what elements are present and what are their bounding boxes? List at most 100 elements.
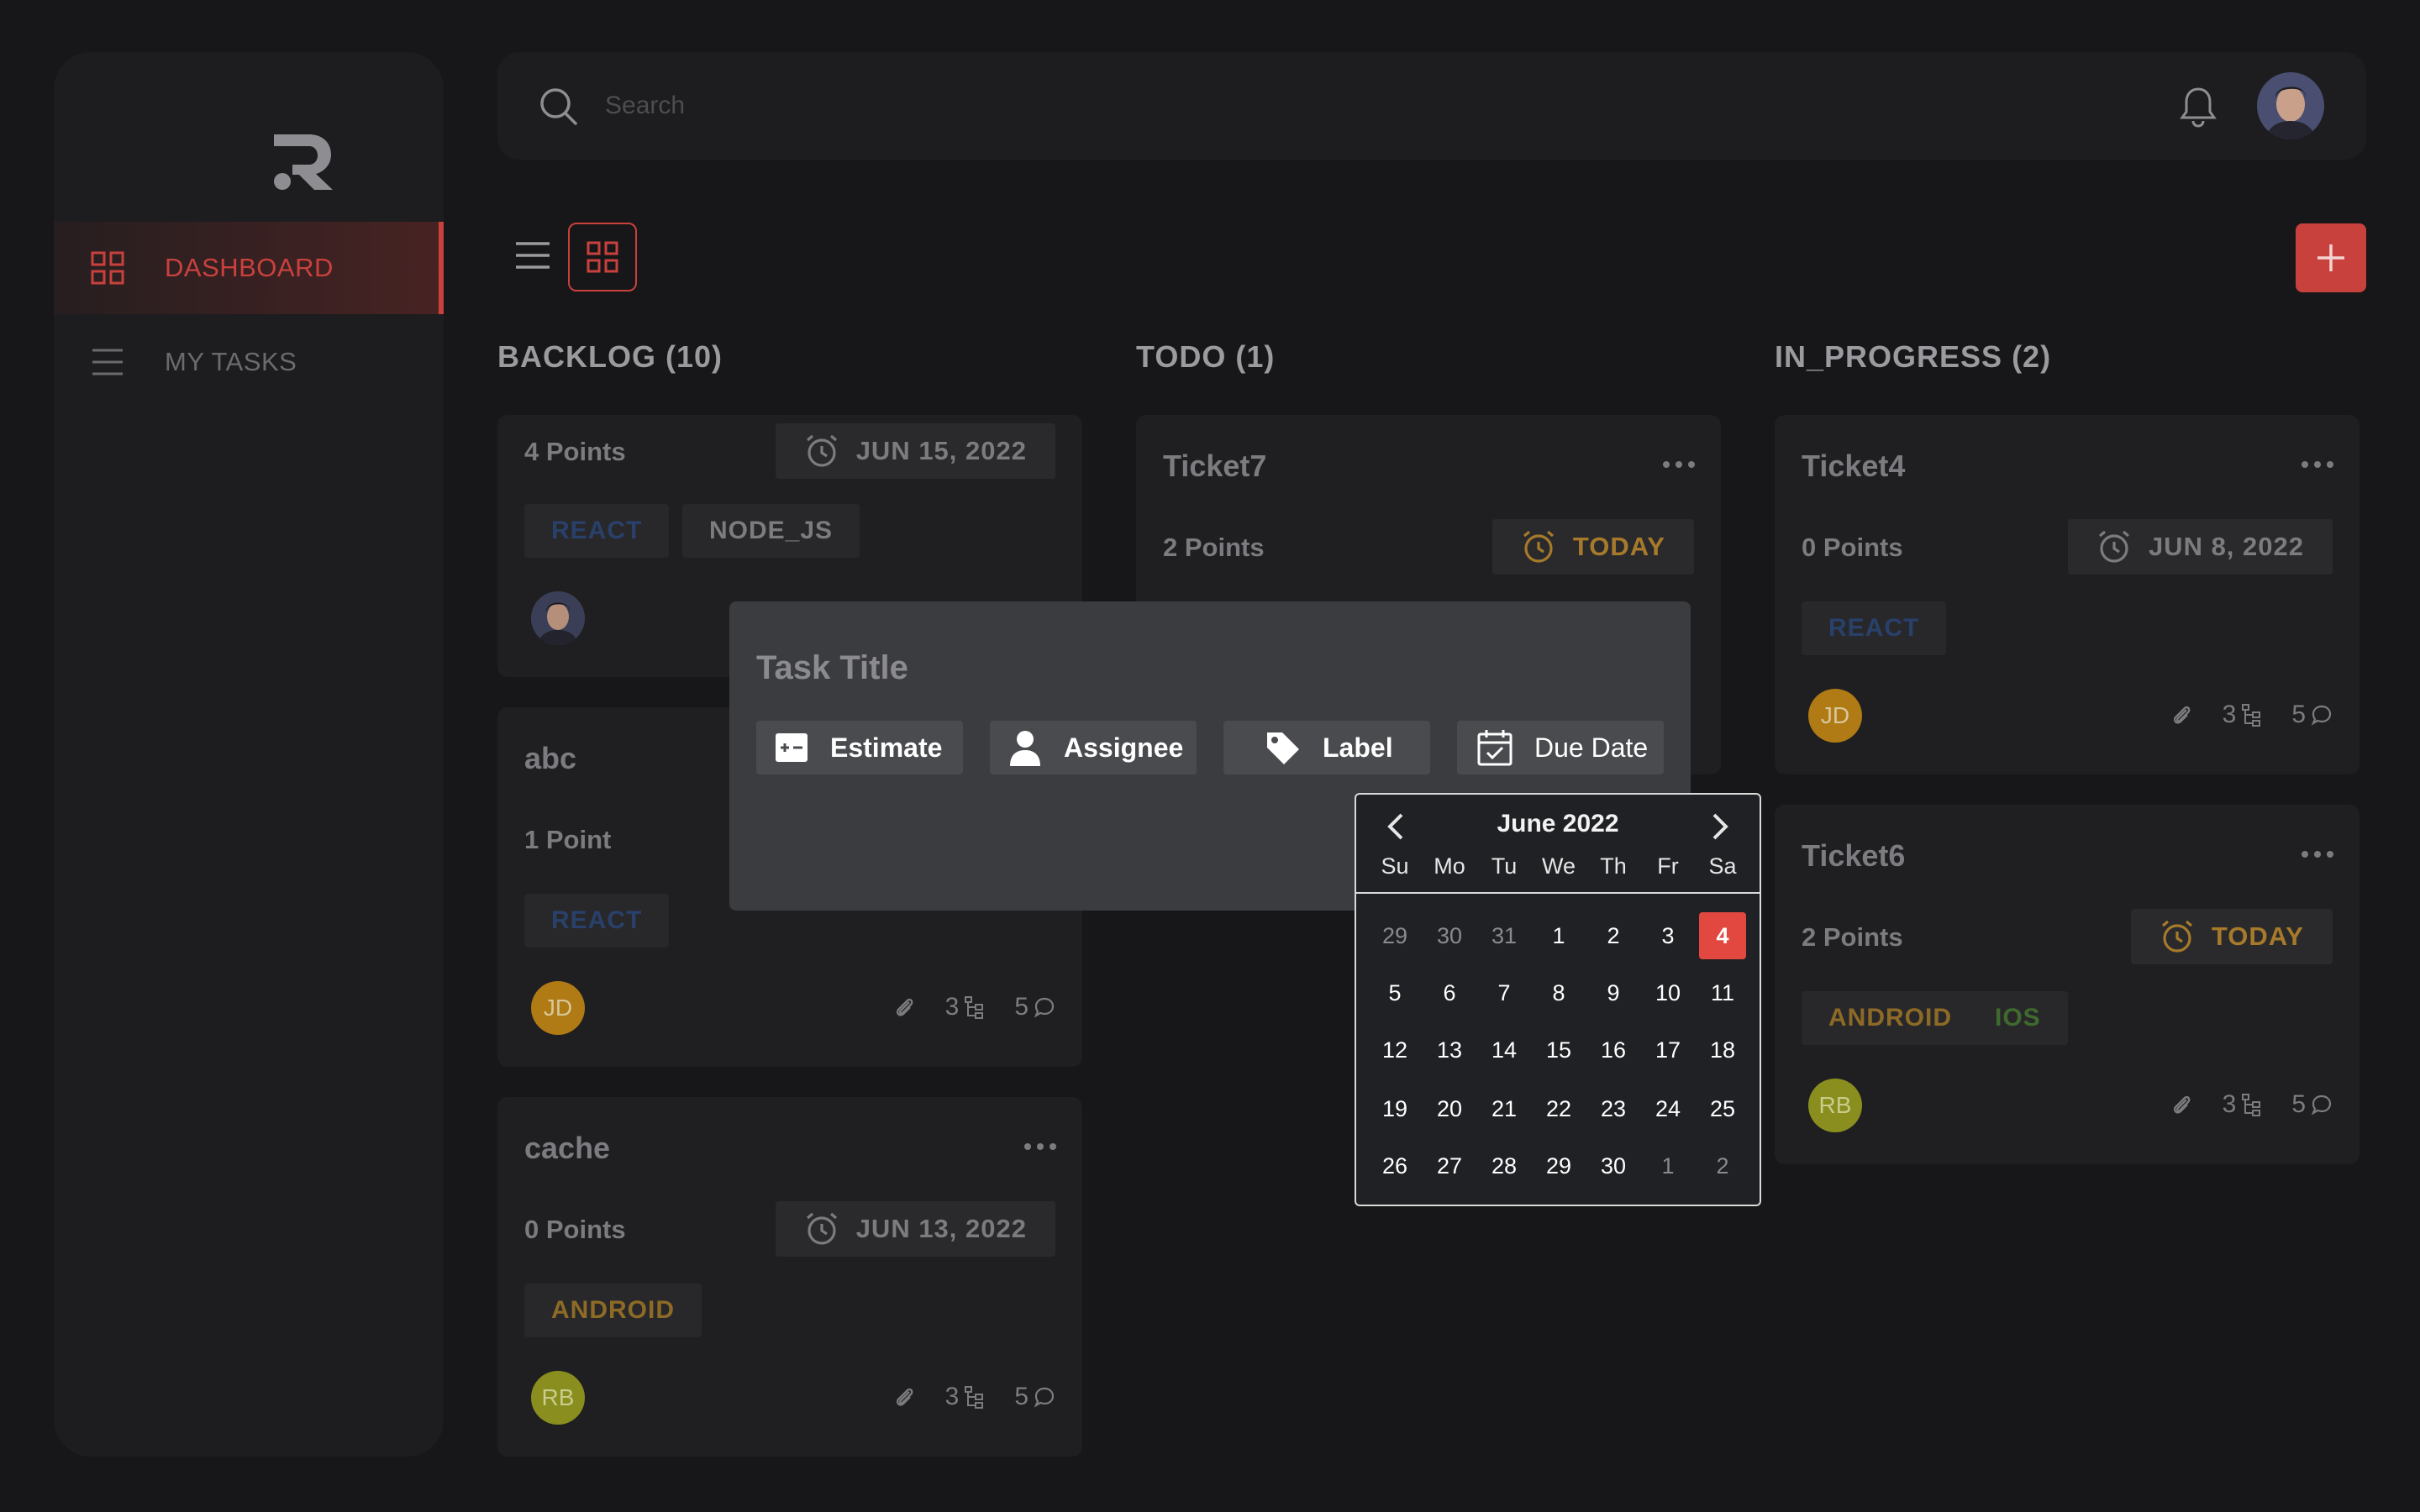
assignee-avatar: RB [531,1371,585,1425]
comments-count: 5 [1014,1383,1055,1411]
sidebar-item-label: MY TASKS [165,347,297,376]
task-title-input[interactable] [756,632,1512,704]
add-task-button[interactable] [2296,223,2366,292]
calendar-day[interactable]: 29 [1535,1142,1582,1189]
calendar-day[interactable]: 12 [1371,1026,1418,1074]
person-icon [1010,731,1040,766]
comments-count: 5 [1014,993,1055,1021]
task-card[interactable]: Ticket4 0 Points JUN 8, 2022 REACT JD 3 [1775,415,2360,774]
calendar-day[interactable]: 29 [1371,912,1418,959]
estimate-button[interactable]: Estimate [756,721,963,774]
card-title: cache [524,1131,611,1165]
alarm-clock-icon [2098,530,2129,563]
calendar-day[interactable]: 28 [1481,1142,1528,1189]
calendar-day[interactable]: 17 [1644,1026,1691,1074]
calendar-day[interactable]: 13 [1426,1026,1473,1074]
label-label: Label [1323,732,1393,763]
due-date-button[interactable]: Due Date [1457,721,1664,774]
date-picker-header: June 2022 Su Mo Tu We Th Fr Sa [1356,795,1760,894]
tag-android: ANDROID [524,1284,702,1337]
calendar-day[interactable]: 7 [1481,969,1528,1016]
card-points: 0 Points [524,1215,626,1244]
calendar-day[interactable]: 22 [1535,1085,1582,1132]
grid-view-button[interactable] [568,223,637,291]
bell-icon[interactable] [2178,86,2218,128]
weekday-label: Mo [1434,853,1465,879]
calendar-day[interactable]: 8 [1535,969,1582,1016]
alarm-clock-icon [806,1212,837,1245]
label-button[interactable]: Label [1223,721,1430,774]
calendar-day[interactable]: 23 [1590,1085,1637,1132]
calendar-day[interactable]: 30 [1590,1142,1637,1189]
calendar-day[interactable]: 16 [1590,1026,1637,1074]
calendar-day[interactable]: 20 [1426,1085,1473,1132]
due-date-badge: JUN 8, 2022 [2067,519,2333,575]
tag-node-js: NODE_JS [682,504,860,558]
calendar-day[interactable]: 1 [1644,1142,1691,1189]
sidebar-item-dashboard[interactable]: DASHBOARD [54,222,444,314]
card-meta: 3 5 [2170,1090,2333,1119]
subtasks-count: 3 [945,1383,985,1411]
calendar-day[interactable]: 27 [1426,1142,1473,1189]
calendar-day[interactable]: 19 [1371,1085,1418,1132]
weekday-label: Fr [1657,853,1679,879]
assignee-avatar: JD [531,981,585,1035]
assignee-avatar [531,591,585,645]
calendar-day[interactable]: 6 [1426,969,1473,1016]
calendar-day[interactable]: 2 [1699,1142,1746,1189]
sidebar-item-my-tasks[interactable]: MY TASKS [54,316,444,408]
paperclip-icon [896,998,913,1016]
alarm-clock-icon [806,434,837,467]
search-input[interactable] [605,81,1613,131]
subtasks-count: 3 [2223,701,2262,729]
more-options-icon[interactable] [1662,460,1696,469]
calendar-day[interactable]: 3 [1644,912,1691,959]
card-title: Ticket7 [1163,449,1267,483]
due-date-text: TODAY [1572,532,1665,561]
comment-icon [1034,1387,1055,1408]
chevron-right-icon[interactable] [1706,811,1733,842]
calendar-day[interactable]: 31 [1481,912,1528,959]
task-card[interactable]: cache 0 Points JUN 13, 2022 ANDROID RB 3 [497,1097,1082,1457]
subtask-icon [965,996,984,1019]
calendar-day[interactable]: 4 [1699,912,1746,959]
r-logo-icon[interactable] [271,133,334,192]
calendar-day[interactable]: 15 [1535,1026,1582,1074]
due-date-badge: JUN 15, 2022 [775,423,1055,479]
calendar-day[interactable]: 30 [1426,912,1473,959]
calendar-day[interactable]: 21 [1481,1085,1528,1132]
more-options-icon[interactable] [1023,1142,1057,1151]
calendar-day[interactable]: 18 [1699,1026,1746,1074]
tag-react: REACT [1802,601,1947,655]
assignee-button[interactable]: Assignee [990,721,1197,774]
more-options-icon[interactable] [2301,850,2334,858]
grid-icon [91,251,124,285]
due-date-text: JUN 13, 2022 [855,1214,1027,1243]
more-options-icon[interactable] [2301,460,2334,469]
tag-react: REACT [524,894,670,948]
comment-icon [1034,997,1055,1018]
user-avatar[interactable] [2257,72,2324,139]
calendar-day[interactable]: 25 [1699,1085,1746,1132]
list-icon [92,349,123,375]
month-label: June 2022 [1497,810,1619,837]
calendar-day[interactable]: 1 [1535,912,1582,959]
sidebar-item-label: DASHBOARD [165,253,334,282]
subtasks-count: 3 [2223,1090,2262,1119]
task-card[interactable]: Ticket6 2 Points TODAY ANDROID IOS RB 3 [1775,805,2360,1164]
date-picker: June 2022 Su Mo Tu We Th Fr Sa 29 30 31 1 2 3 4 5 6 7 8 9… [1355,793,1761,1206]
calendar-day[interactable]: 10 [1644,969,1691,1016]
due-date-badge: JUN 13, 2022 [775,1201,1055,1257]
calendar-day[interactable]: 5 [1371,969,1418,1016]
list-view-icon[interactable] [511,234,555,277]
estimate-label: Estimate [830,732,943,763]
comment-icon [2311,705,2332,726]
calendar-day[interactable]: 14 [1481,1026,1528,1074]
paperclip-icon [2173,1095,2191,1114]
comment-icon [2311,1095,2332,1116]
calendar-day[interactable]: 9 [1590,969,1637,1016]
calendar-day[interactable]: 11 [1699,969,1746,1016]
calendar-day[interactable]: 2 [1590,912,1637,959]
calendar-day[interactable]: 24 [1644,1085,1691,1132]
calendar-day[interactable]: 26 [1371,1142,1418,1189]
